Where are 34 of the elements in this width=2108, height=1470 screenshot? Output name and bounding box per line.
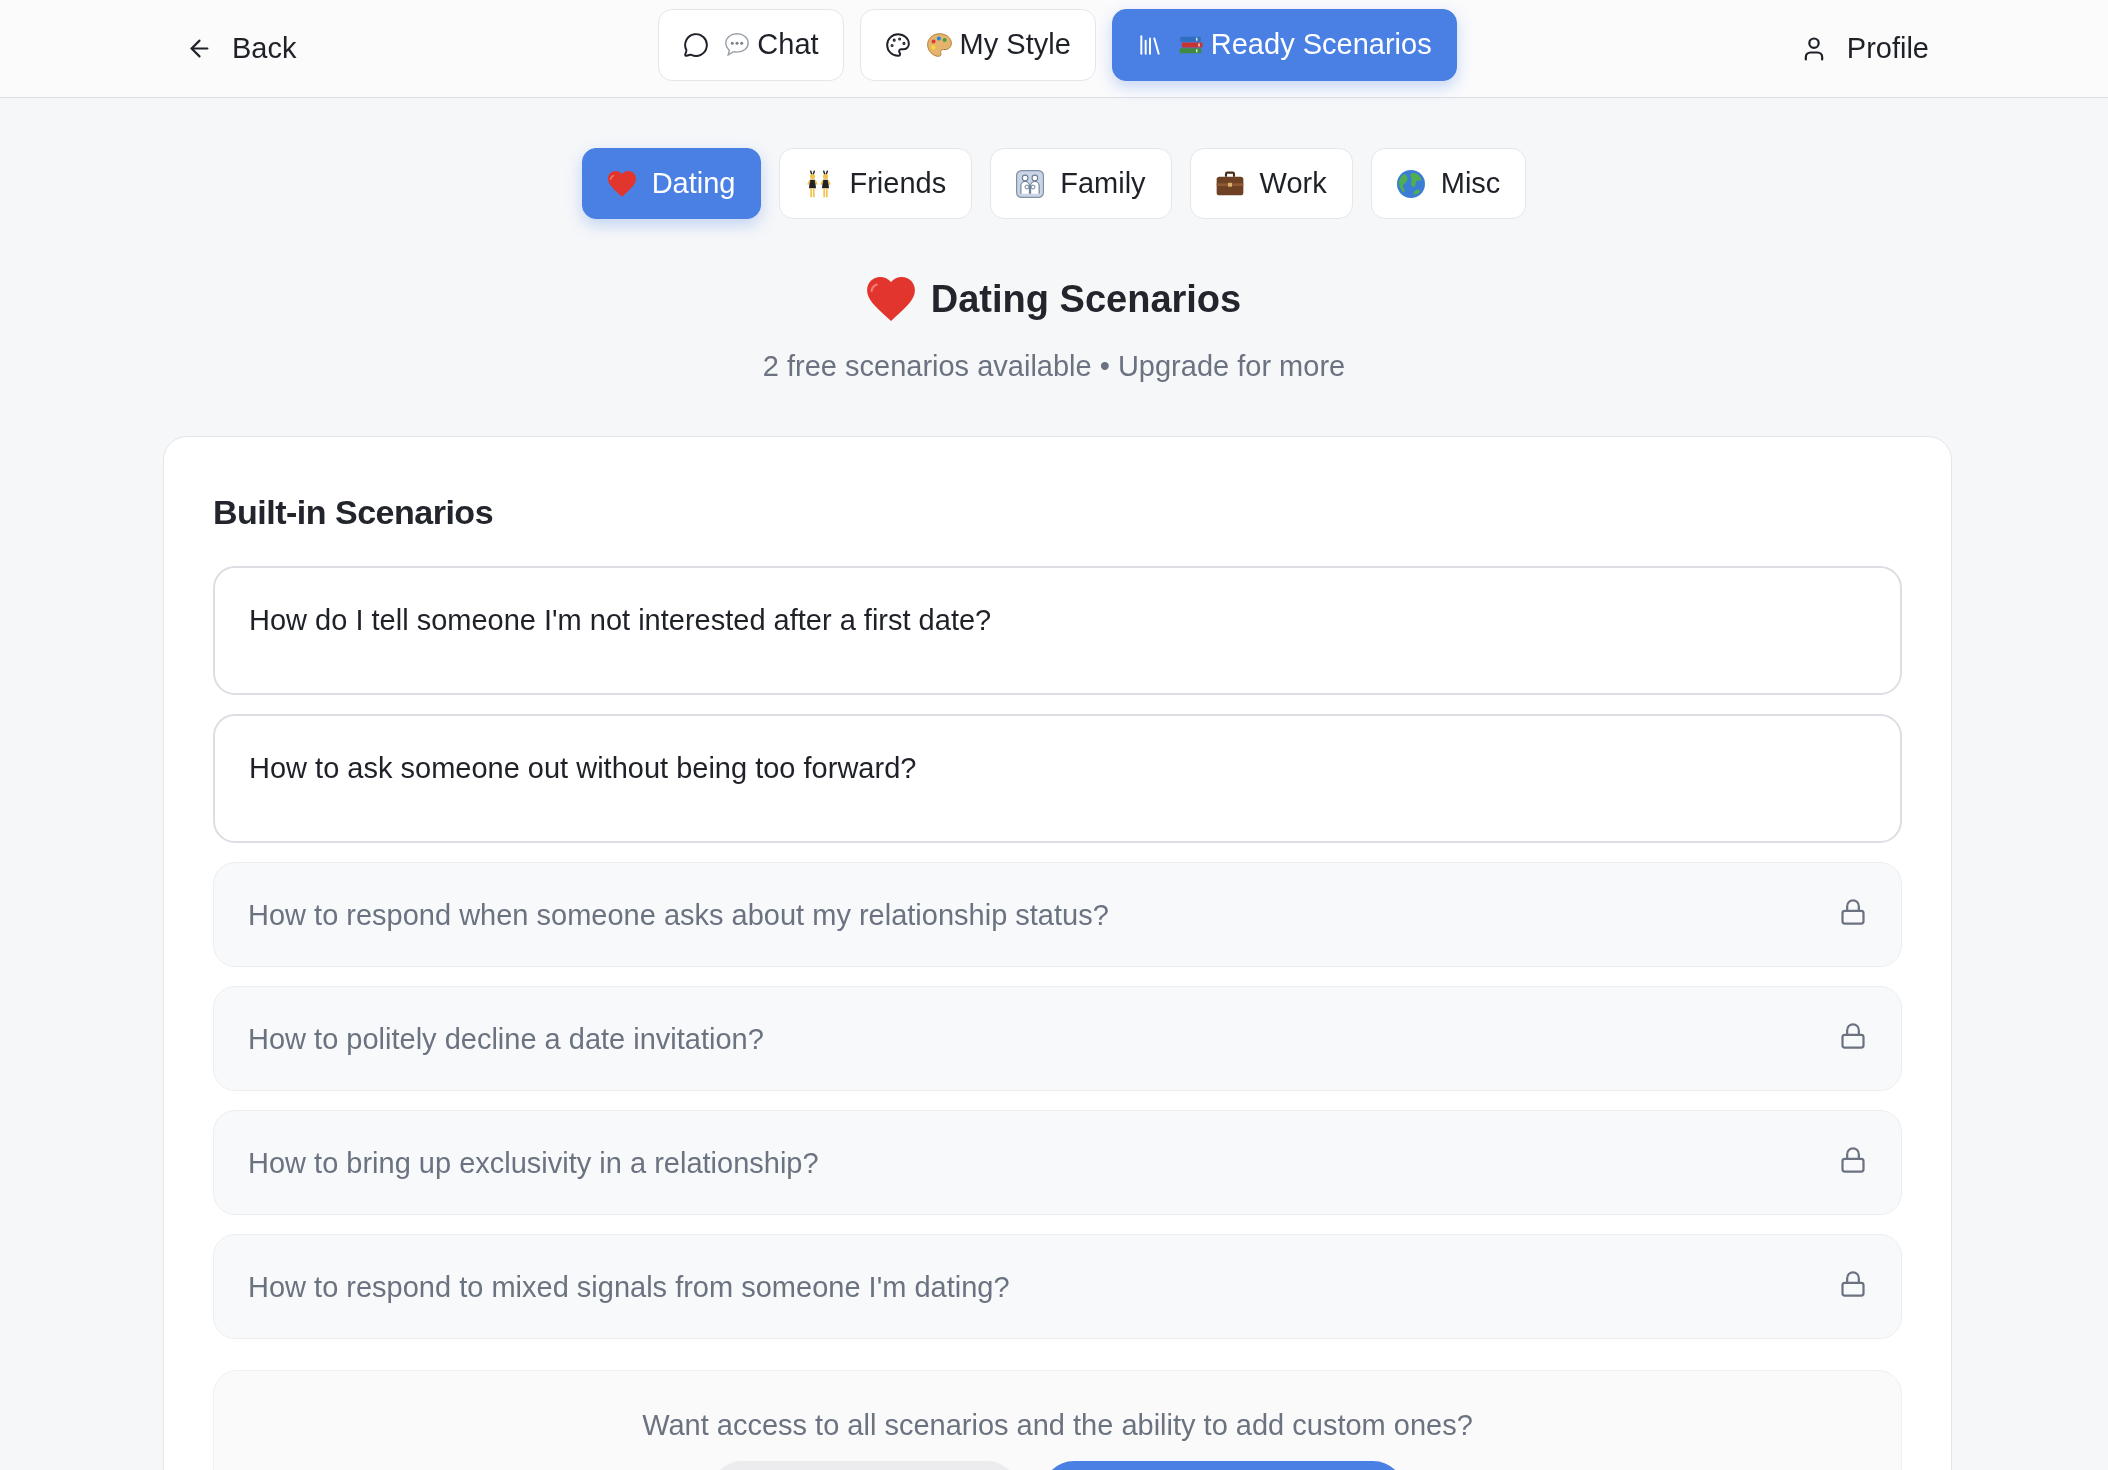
scenario-item[interactable]: How to bring up exclusivity in a relationship?: [213, 1110, 1902, 1215]
lock-icon: [1839, 897, 1867, 926]
heart-icon: [866, 277, 915, 321]
scenario-item[interactable]: How do I tell someone I'm not interested after a first date?: [213, 566, 1902, 695]
nav-tab[interactable]: Chat: [658, 8, 844, 81]
section-title: Built-in Scenarios: [213, 492, 494, 532]
category-tab[interactable]: Misc: [1370, 148, 1527, 219]
nav-tab[interactable]: My Style: [859, 8, 1096, 81]
speech-bubble-icon: [725, 33, 750, 56]
heart-icon: [607, 169, 636, 198]
back-button[interactable]: Back: [186, 26, 297, 71]
lock-icon: [1839, 1145, 1867, 1174]
family-icon: [1016, 169, 1045, 198]
page-title: Dating Scenarios: [930, 277, 1242, 322]
lock-icon: [1839, 1269, 1867, 1298]
paint-palette-icon: [926, 32, 952, 57]
scenario-item[interactable]: How to respond to mixed signals from someone I'm dating?: [213, 1234, 1902, 1339]
profile-button[interactable]: Profile: [1799, 26, 1929, 71]
category-tab[interactable]: Work: [1189, 148, 1353, 219]
palette-icon: [884, 31, 911, 58]
page-subtitle: 2 free scenarios available • Upgrade for more: [762, 349, 1346, 384]
briefcase-icon: [1215, 169, 1244, 198]
upgrade-prompt: Want access to all scenarios and the ability to add custom ones?: [642, 1408, 1473, 1443]
category-tab[interactable]: Friends: [779, 148, 973, 219]
lock-icon: [1839, 1021, 1867, 1050]
books-icon: [1178, 35, 1203, 54]
scenario-item[interactable]: How to politely decline a date invitation?: [213, 986, 1902, 1091]
scenario-item[interactable]: How to ask someone out without being too forward?: [213, 714, 1902, 843]
scenario-item[interactable]: How to respond when someone asks about my relationship status?: [213, 862, 1902, 967]
category-tab[interactable]: Dating: [581, 148, 762, 219]
nav-tab[interactable]: Ready Scenarios: [1111, 8, 1457, 81]
chat-bubble-icon: [683, 31, 710, 58]
globe-icon: [1396, 169, 1425, 198]
category-tab[interactable]: Family: [990, 148, 1172, 219]
